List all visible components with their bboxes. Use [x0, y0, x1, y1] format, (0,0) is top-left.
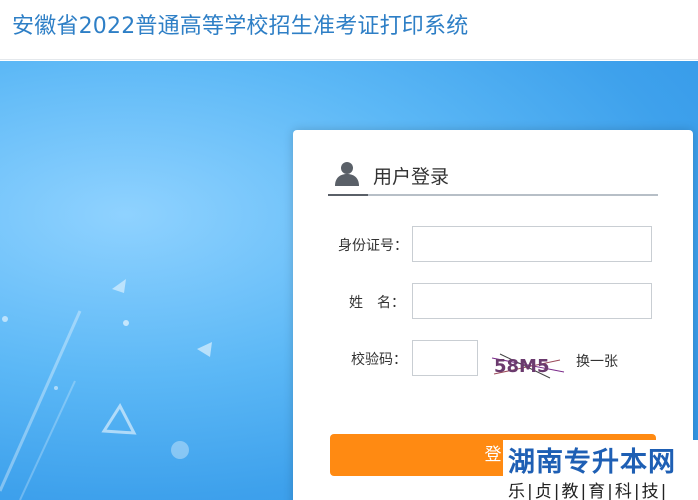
- refresh-captcha-link[interactable]: 换一张: [576, 351, 618, 371]
- page-header: 安徽省2022普通高等学校招生准考证打印系统: [0, 0, 698, 60]
- id-number-input[interactable]: [412, 226, 652, 262]
- login-heading: 用户登录: [373, 166, 450, 188]
- captcha-input[interactable]: [412, 340, 478, 376]
- captcha-graphic: 58M5: [490, 350, 568, 380]
- header-accent-line: [328, 194, 368, 196]
- captcha-label: 校验码：: [351, 352, 407, 368]
- watermark-brand: 湖南专升本网: [508, 447, 676, 478]
- watermark-tagline: 乐|贞|教|育|科|技|: [508, 482, 669, 500]
- login-card-header: 用户登录: [328, 158, 658, 196]
- id-number-label: 身份证号：: [338, 238, 408, 254]
- user-icon: [335, 162, 359, 186]
- name-input[interactable]: [412, 283, 652, 319]
- watermark-badge: 湖南专升本网 乐|贞|教|育|科|技|: [503, 440, 698, 500]
- captcha-image[interactable]: 58M5: [490, 350, 568, 380]
- page-title: 安徽省2022普通高等学校招生准考证打印系统: [12, 14, 469, 39]
- name-label: 姓 名：: [349, 295, 405, 311]
- captcha-text: 58M5: [494, 356, 550, 377]
